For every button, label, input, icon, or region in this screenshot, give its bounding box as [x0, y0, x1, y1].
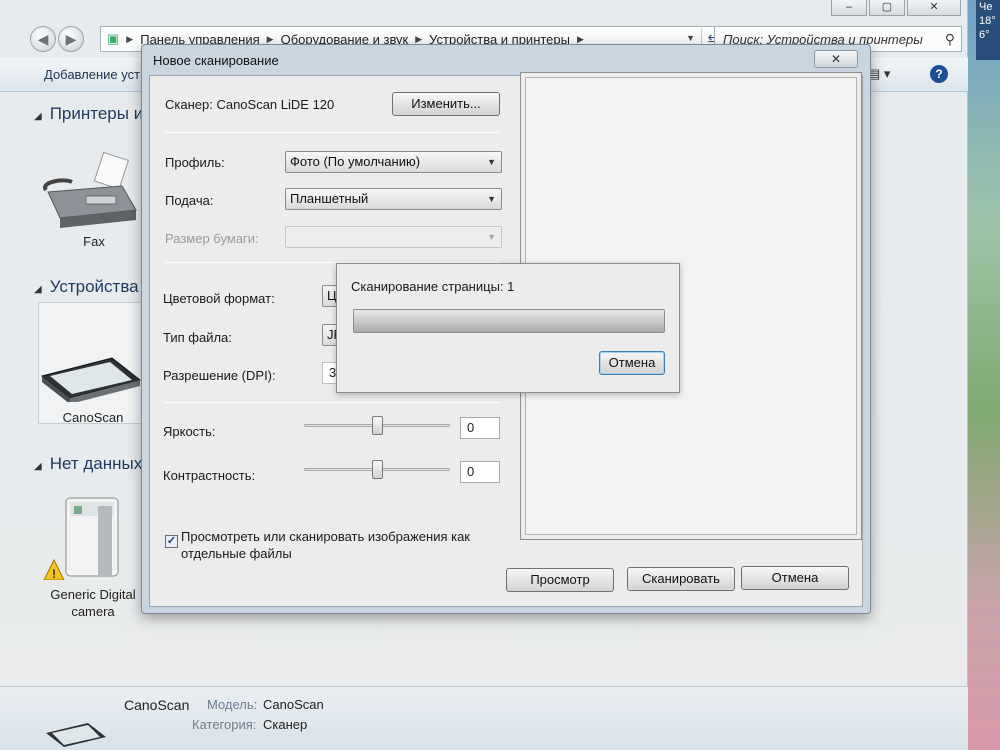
group-nodata[interactable]: ◢ Нет данных ( — [34, 454, 153, 474]
help-icon[interactable]: ? — [930, 65, 948, 83]
separate-files-checkbox[interactable]: ✓ — [165, 535, 178, 548]
collapse-triangle-icon: ◢ — [34, 284, 42, 295]
scan-progress-dialog: Сканирование страницы: 1 Отмена — [336, 263, 680, 393]
divider — [164, 132, 500, 133]
svg-text:!: ! — [52, 567, 56, 580]
device-label-camera: Generic Digital camera — [50, 587, 136, 619]
control-panel-icon: ▣ — [107, 31, 120, 46]
contrast-input[interactable]: 0 — [460, 461, 500, 483]
change-scanner-button[interactable]: Изменить... — [392, 92, 500, 116]
device-label-fax: Fax — [83, 234, 105, 249]
details-device-name: CanoScan — [124, 697, 190, 713]
paper-size-select: ▼ — [285, 226, 502, 248]
details-category-key: Категория: — [192, 717, 257, 732]
chevron-down-icon: ▼ — [487, 157, 496, 167]
brightness-slider-thumb[interactable] — [372, 416, 383, 435]
details-pane: CanoScan Модель: CanoScan Категория: Ска… — [0, 686, 968, 750]
dialog-close-button[interactable]: ✕ — [814, 50, 858, 68]
dialog-title: Новое сканирование — [153, 53, 279, 68]
source-label: Подача: — [165, 193, 214, 208]
forward-button[interactable]: ▶ — [58, 26, 84, 52]
preview-button[interactable]: Просмотр — [506, 568, 614, 592]
weather-label: Че — [979, 1, 993, 13]
camera-device-icon[interactable]: ! — [38, 494, 128, 580]
minimize-button[interactable]: – — [831, 0, 867, 16]
desktop-background — [968, 0, 1000, 750]
dpi-label: Разрешение (DPI): — [163, 368, 276, 383]
chevron-down-icon: ▼ — [487, 194, 496, 204]
brightness-label: Яркость: — [163, 424, 216, 439]
scan-button[interactable]: Сканировать — [627, 567, 735, 591]
details-model-key: Модель: — [207, 697, 258, 712]
window-controls: – ▢ ✕ — [831, 0, 961, 16]
maximize-button[interactable]: ▢ — [869, 0, 905, 16]
details-model-value: CanoScan — [263, 697, 324, 712]
view-options-icon[interactable]: ▤ ▾ — [868, 66, 890, 82]
add-device-button[interactable]: Добавление устр — [44, 67, 147, 82]
separate-files-label: Просмотреть или сканировать изображения … — [181, 529, 470, 561]
details-category-value: Сканер — [263, 717, 308, 732]
group-printers[interactable]: ◢ Принтеры и — [34, 104, 143, 124]
progress-bar-fill — [354, 310, 664, 332]
profile-select[interactable]: Фото (По умолчанию) ▼ — [285, 151, 502, 173]
chevron-down-icon: ▼ — [487, 232, 496, 242]
address-dropdown-icon[interactable]: ▼ — [686, 33, 695, 43]
progress-cancel-button[interactable]: Отмена — [599, 351, 665, 375]
profile-label: Профиль: — [165, 155, 225, 170]
weather-temp-high: 18° — [979, 15, 996, 27]
contrast-slider-thumb[interactable] — [372, 460, 383, 479]
close-window-button[interactable]: ✕ — [907, 0, 961, 16]
color-format-label: Цветовой формат: — [163, 291, 275, 306]
progress-text: Сканирование страницы: 1 — [351, 279, 515, 294]
back-button[interactable]: ◀ — [30, 26, 56, 52]
divider — [164, 402, 500, 403]
scanner-icon — [40, 357, 142, 402]
progress-bar — [353, 309, 665, 333]
source-select[interactable]: Планшетный ▼ — [285, 188, 502, 210]
scanner-small-icon — [46, 723, 106, 747]
file-type-label: Тип файла: — [163, 330, 232, 345]
weather-temp-low: 6° — [979, 29, 990, 41]
collapse-triangle-icon: ◢ — [34, 111, 42, 122]
collapse-triangle-icon: ◢ — [34, 461, 42, 472]
fax-icon[interactable] — [42, 152, 142, 232]
search-icon[interactable]: ⚲ — [945, 31, 955, 48]
contrast-label: Контрастность: — [163, 468, 256, 483]
brightness-input[interactable]: 0 — [460, 417, 500, 439]
cancel-button[interactable]: Отмена — [741, 566, 849, 590]
paper-size-label: Размер бумаги: — [165, 231, 259, 246]
weather-gadget[interactable]: Че 18° 6° — [976, 0, 1000, 60]
device-label-canoscan: CanoScan — [62, 410, 124, 425]
scanner-label: Сканер: CanoScan LiDE 120 — [165, 97, 335, 112]
group-devices[interactable]: ◢ Устройства ( — [34, 277, 149, 297]
